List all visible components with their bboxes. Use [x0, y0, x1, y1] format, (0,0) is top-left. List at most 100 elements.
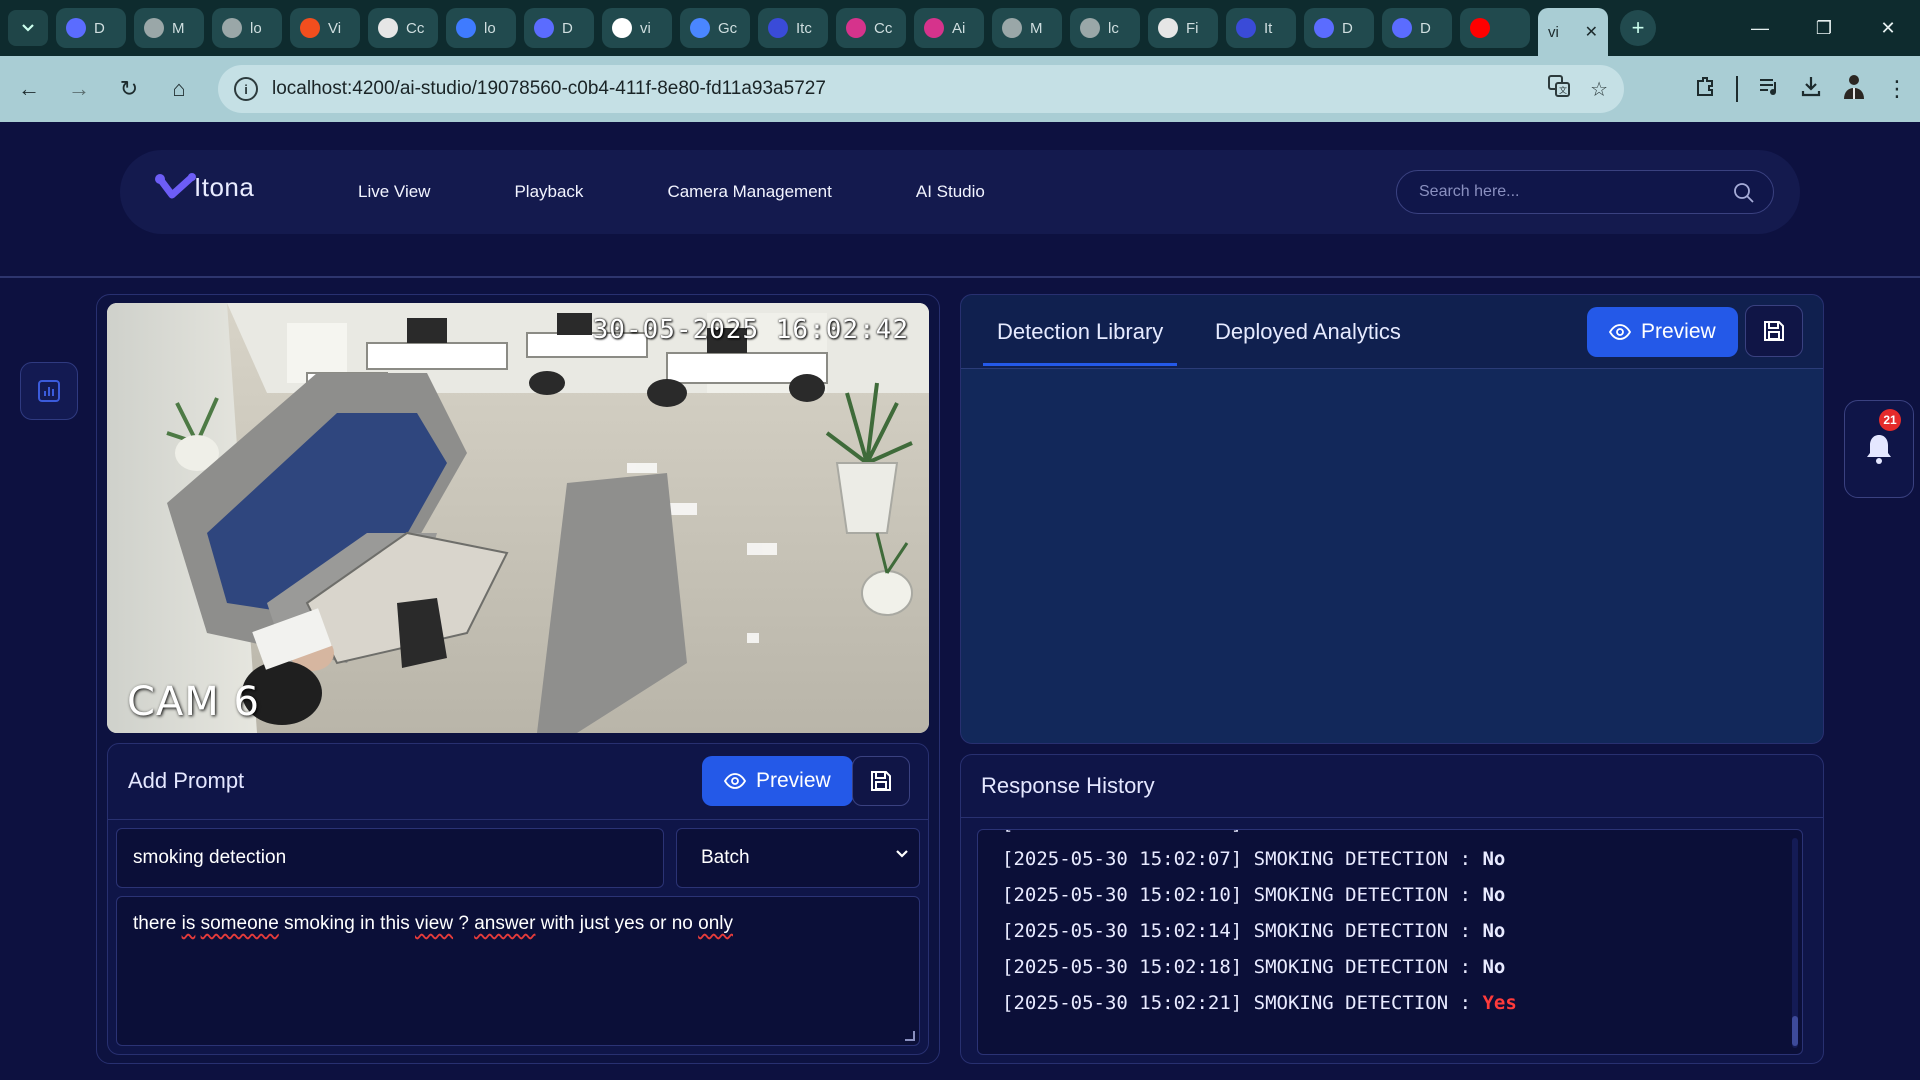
nav-camera-management[interactable]: Camera Management [667, 182, 831, 202]
back-icon[interactable]: ← [8, 68, 50, 110]
prompt-preview-label: Preview [756, 769, 831, 792]
browser-tab[interactable]: Cc [836, 8, 906, 48]
history-entry-label: SMOKING DETECTION [1253, 884, 1449, 906]
resize-handle[interactable] [905, 1031, 915, 1041]
restore-icon[interactable]: ❐ [1792, 18, 1856, 39]
browser-tab[interactable]: Gc [680, 8, 750, 48]
browser-tab[interactable]: D [524, 8, 594, 48]
minimize-icon[interactable]: — [1728, 18, 1792, 39]
favicon-icon [1158, 18, 1178, 38]
logo[interactable]: Itona [152, 172, 254, 203]
favicon-icon [690, 18, 710, 38]
prompt-word: with [540, 913, 575, 934]
browser-tab[interactable]: Vi [290, 8, 360, 48]
search-icon[interactable] [1733, 182, 1755, 204]
library-save-button[interactable] [1745, 305, 1803, 357]
url-text[interactable]: localhost:4200/ai-studio/19078560-c0b4-4… [272, 78, 826, 100]
browser-tab[interactable]: Fi [1148, 8, 1218, 48]
history-entry-time: [2025-05-30 15:02:21] [1002, 992, 1243, 1014]
nav-ai-studio[interactable]: AI Studio [916, 182, 985, 202]
tab-deployed-analytics[interactable]: Deployed Analytics [1215, 319, 1401, 345]
logo-text: Itona [194, 172, 255, 202]
browser-tab[interactable]: D [56, 8, 126, 48]
browser-tab-label: Cc [406, 19, 425, 37]
response-history-card: Response History [2025-05-30 15:02:05] S… [960, 754, 1824, 1064]
browser-tab[interactable]: D [1382, 8, 1452, 48]
prompt-card-header: Add Prompt Preview [108, 744, 928, 820]
download-icon[interactable] [1800, 75, 1822, 103]
browser-tab[interactable]: lo [446, 8, 516, 48]
browser-tab[interactable]: Itc [758, 8, 828, 48]
browser-tab[interactable]: It [1226, 8, 1296, 48]
history-entry-label: SMOKING DETECTION [1254, 830, 1448, 834]
nav-playback[interactable]: Playback [514, 182, 583, 202]
browser-tab-label: Vi [328, 19, 342, 37]
extensions-icon[interactable] [1694, 75, 1716, 103]
reload-icon[interactable]: ↻ [108, 68, 150, 110]
translate-icon[interactable]: 文 [1548, 75, 1571, 103]
camera-panel: 30-05-2025 16:02:42 CAM 6 Add Prompt Pre… [96, 294, 940, 1064]
browser-tab[interactable]: M [992, 8, 1062, 48]
history-entry-answer: No [1482, 830, 1505, 834]
favicon-icon [924, 18, 944, 38]
camera-feed[interactable]: 30-05-2025 16:02:42 CAM 6 [107, 303, 929, 733]
close-tab-icon[interactable]: ✕ [1585, 22, 1598, 42]
browser-tab[interactable]: Ai [914, 8, 984, 48]
window-controls: — ❐ ✕ [1728, 0, 1920, 56]
add-prompt-card: Add Prompt Preview smoking detection Bat… [107, 743, 929, 1055]
history-entry-time: [2025-05-30 15:02:14] [1002, 920, 1243, 942]
eye-icon [724, 773, 746, 789]
media-control-icon[interactable] [1758, 76, 1780, 102]
history-entry: [2025-05-30 15:02:07] SMOKING DETECTION … [1002, 848, 1506, 870]
browser-tab[interactable]: lo [212, 8, 282, 48]
notifications-button[interactable]: 21 [1844, 400, 1914, 498]
browser-tab[interactable]: Cc [368, 8, 438, 48]
browser-tab[interactable]: M [134, 8, 204, 48]
search-input[interactable] [1419, 183, 1719, 201]
app-root: Itona Live View Playback Camera Manageme… [0, 122, 1920, 1080]
new-tab-button[interactable]: + [1620, 10, 1656, 46]
library-preview-button[interactable]: Preview [1587, 307, 1738, 357]
tab-detection-library[interactable]: Detection Library [982, 319, 1178, 366]
analytics-sidebar-button[interactable] [20, 362, 78, 420]
browser-tab[interactable]: lc [1070, 8, 1140, 48]
browser-tab-active[interactable]: vi ✕ [1538, 8, 1608, 56]
close-window-icon[interactable]: ✕ [1856, 18, 1920, 39]
history-log[interactable]: [2025-05-30 15:02:05] SMOKING DETECTION … [977, 829, 1803, 1055]
prompt-text-area[interactable]: there is someone smoking in this view ? … [116, 896, 920, 1046]
prompt-word: smoking [284, 913, 355, 934]
prompt-word: someone [200, 913, 279, 934]
favicon-icon [612, 18, 632, 38]
prompt-word: or [649, 913, 667, 934]
browser-tab-label: Itc [796, 19, 812, 37]
camera-frame-image [107, 303, 929, 733]
profile-avatar[interactable] [1842, 73, 1866, 105]
browser-tab[interactable]: vi [602, 8, 672, 48]
prompt-title: Add Prompt [128, 768, 245, 793]
tab-search-button[interactable] [8, 10, 48, 46]
browser-tab-label: It [1264, 19, 1273, 37]
history-entry-answer: Yes [1482, 992, 1517, 1014]
browser-tab-label: D [1420, 19, 1431, 37]
prompt-mode-select[interactable]: Batch [676, 828, 920, 888]
forward-icon[interactable]: → [58, 68, 100, 110]
toolbar-separator [1736, 76, 1738, 102]
camera-timestamp: 30-05-2025 16:02:42 [592, 315, 909, 345]
prompt-name-input[interactable]: smoking detection [116, 828, 664, 888]
site-info-icon[interactable]: i [234, 77, 258, 101]
browser-tab[interactable] [1460, 8, 1530, 48]
browser-tab-label: Gc [718, 19, 738, 37]
browser-menu-icon[interactable]: ⋮ [1886, 76, 1908, 102]
nav-live-view[interactable]: Live View [358, 182, 430, 202]
history-entry-time: [2025-05-30 15:02:18] [1002, 956, 1243, 978]
favicon-icon [1392, 18, 1412, 38]
history-entry-time: [2025-05-30 15:02:10] [1002, 884, 1243, 906]
history-scrollbar-thumb[interactable] [1792, 1016, 1798, 1046]
prompt-preview-button[interactable]: Preview [702, 756, 853, 806]
address-bar[interactable]: i localhost:4200/ai-studio/19078560-c0b4… [218, 65, 1624, 113]
home-icon[interactable]: ⌂ [158, 68, 200, 110]
browser-tab[interactable]: D [1304, 8, 1374, 48]
favicon-icon [378, 18, 398, 38]
bookmark-star-icon[interactable]: ☆ [1590, 77, 1608, 102]
prompt-save-button[interactable] [852, 756, 910, 806]
